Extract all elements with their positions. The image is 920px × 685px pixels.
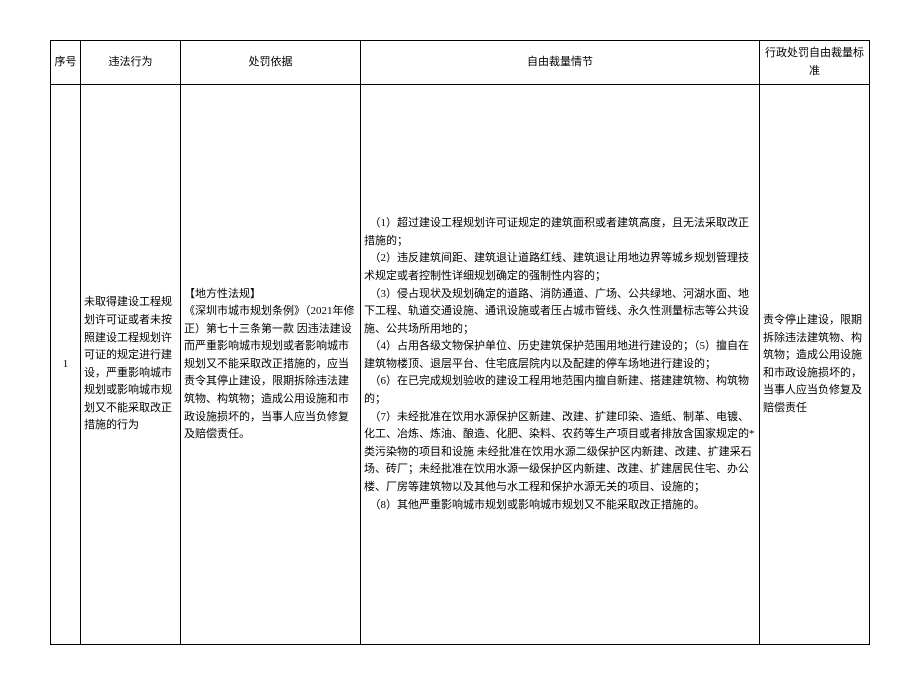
cell-basis: 【地方性法规】《深圳市城市规划条例》（2021年修正）第七十三条第一款 因违法建… — [181, 85, 361, 645]
header-basis: 处罚依据 — [181, 41, 361, 85]
cell-act: 未取得建设工程规划许可证或者未按照建设工程规划许可证的规定进行建设，严重影响城市… — [81, 85, 181, 645]
header-circumstance: 自由裁量情节 — [361, 41, 760, 85]
header-standard: 行政处罚自由裁量标准 — [760, 41, 870, 85]
table-row: 1 未取得建设工程规划许可证或者未按照建设工程规划许可证的规定进行建设，严重影响… — [51, 85, 870, 645]
header-act: 违法行为 — [81, 41, 181, 85]
cell-seq: 1 — [51, 85, 81, 645]
cell-standard: 责令停止建设，限期拆除违法建筑物、构筑物；造成公用设施和市政设施损坏的，当事人应… — [760, 85, 870, 645]
cell-circumstance: （1）超过建设工程规划许可证规定的建筑面积或者建筑高度，且无法采取改正措施的； … — [361, 85, 760, 645]
header-seq: 序号 — [51, 41, 81, 85]
